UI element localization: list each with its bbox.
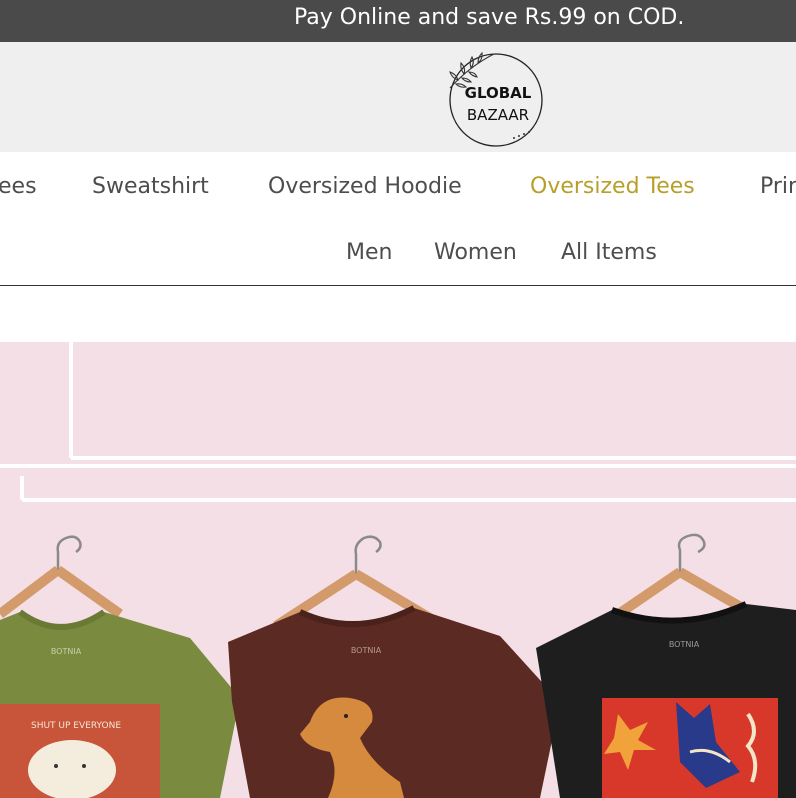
hero-banner[interactable]: BOTNIA SHUT UP EVERYONE BOTNIA BOTNIA	[0, 342, 796, 798]
nav-item-tees-partial[interactable]: ees	[0, 172, 37, 202]
hanger-icon	[0, 535, 123, 619]
announcement-text: Pay Online and save Rs.99 on COD.	[294, 5, 685, 30]
shirt-brand-label: BOTNIA	[669, 640, 700, 649]
clothing-rack	[0, 342, 796, 502]
tshirt-green: BOTNIA SHUT UP EVERYONE	[0, 609, 240, 798]
nav-item-prints-partial[interactable]: Prin	[760, 172, 796, 202]
main-navigation: ees Sweatshirt Oversized Hoodie Oversize…	[0, 152, 796, 286]
nav-item-men[interactable]: Men	[346, 238, 392, 268]
leaf-icon	[449, 51, 495, 89]
tshirt-black: BOTNIA	[536, 601, 796, 798]
tshirt-brown: BOTNIA	[228, 605, 560, 798]
nav-item-sweatshirt[interactable]: Sweatshirt	[92, 172, 209, 202]
nav-item-oversized-tees[interactable]: Oversized Tees	[530, 172, 695, 202]
logo-text-line2: BAZAAR	[467, 106, 529, 124]
nav-item-women[interactable]: Women	[434, 238, 517, 268]
announcement-bar: Pay Online and save Rs.99 on COD.	[0, 0, 796, 42]
brand-logo[interactable]: GLOBAL BAZAAR	[440, 48, 548, 152]
shirt-brand-label: BOTNIA	[351, 646, 382, 655]
shirt-brand-label: BOTNIA	[51, 647, 82, 656]
hero-image: BOTNIA SHUT UP EVERYONE BOTNIA BOTNIA	[0, 342, 796, 798]
nav-item-oversized-hoodie[interactable]: Oversized Hoodie	[268, 172, 462, 202]
shirt-print-text: SHUT UP EVERYONE	[31, 721, 121, 731]
nav-item-all-items[interactable]: All Items	[561, 238, 657, 268]
site-header: GLOBAL BAZAAR	[0, 42, 796, 152]
logo-text-line1: GLOBAL	[465, 84, 532, 102]
